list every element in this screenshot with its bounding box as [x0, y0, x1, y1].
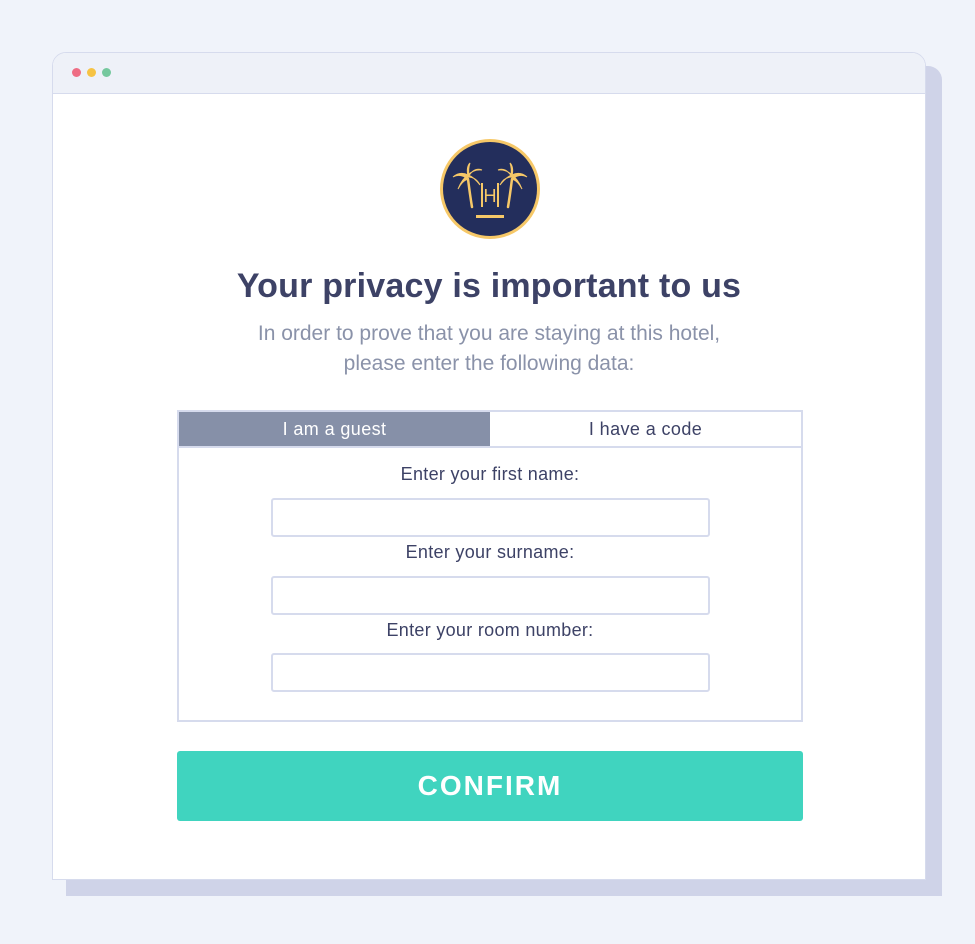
confirm-button[interactable]: CONFIRM	[177, 751, 803, 821]
minimize-dot-icon[interactable]	[87, 68, 96, 77]
tab-code[interactable]: I have a code	[490, 412, 801, 446]
logo-letter: H	[484, 186, 497, 206]
page-title: Your privacy is important to us	[236, 267, 742, 305]
subtitle-line-2: please enter the following data:	[343, 352, 635, 375]
first-name-input[interactable]	[271, 498, 710, 537]
close-dot-icon[interactable]	[72, 68, 81, 77]
tab-guest[interactable]: I am a guest	[179, 412, 490, 446]
subtitle-line-1: In order to prove that you are staying a…	[257, 322, 721, 345]
hotel-palm-logo-icon: H	[440, 139, 540, 239]
room-number-input[interactable]	[271, 653, 710, 692]
guest-form: Enter your first name: Enter your surnam…	[177, 448, 803, 722]
room-number-label: Enter your room number:	[386, 620, 594, 640]
first-name-label: Enter your first name:	[400, 464, 580, 484]
window-titlebar	[53, 53, 925, 94]
verification-tabs: I am a guest I have a code	[177, 410, 803, 448]
browser-window: H Your privacy is important to us In ord…	[52, 52, 926, 880]
surname-input[interactable]	[271, 576, 710, 615]
maximize-dot-icon[interactable]	[102, 68, 111, 77]
page-subtitle: In order to prove that you are staying a…	[53, 319, 925, 379]
surname-label: Enter your surname:	[405, 542, 575, 562]
